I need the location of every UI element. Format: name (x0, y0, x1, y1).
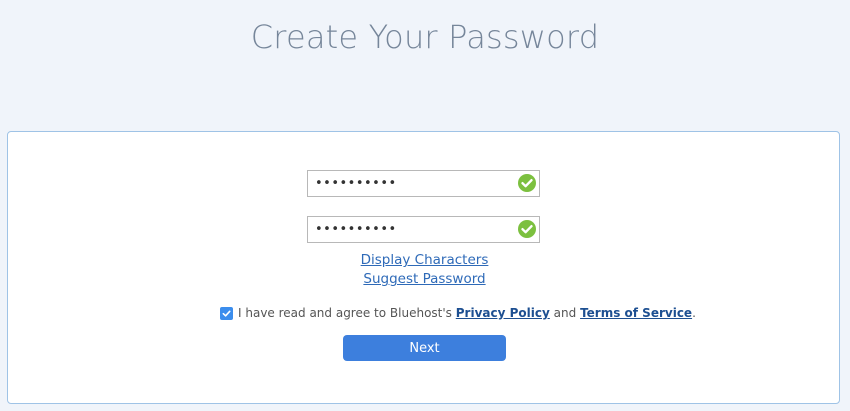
agree-checkbox[interactable] (220, 306, 233, 320)
checkbox-checked-icon (222, 310, 231, 317)
check-circle-icon (518, 174, 536, 192)
check-circle-icon (518, 220, 536, 238)
agree-text-suffix: . (692, 306, 696, 320)
terms-of-service-link[interactable]: Terms of Service (580, 306, 692, 320)
display-characters-link[interactable]: Display Characters (8, 252, 841, 268)
agree-text-prefix: I have read and agree to Bluehost's (238, 306, 452, 320)
suggest-password-link[interactable]: Suggest Password (8, 271, 841, 287)
password-input[interactable] (307, 170, 540, 197)
password-card: Display Characters Suggest Password I ha… (7, 131, 840, 404)
confirm-password-input[interactable] (307, 216, 540, 243)
page: Create Your Password Display Characters … (0, 0, 850, 411)
next-button[interactable]: Next (343, 335, 506, 361)
terms-agreement: I have read and agree to Bluehost's Priv… (220, 304, 696, 322)
privacy-policy-link[interactable]: Privacy Policy (456, 306, 550, 320)
agree-text-and: and (553, 306, 577, 320)
page-title: Create Your Password (250, 18, 600, 56)
